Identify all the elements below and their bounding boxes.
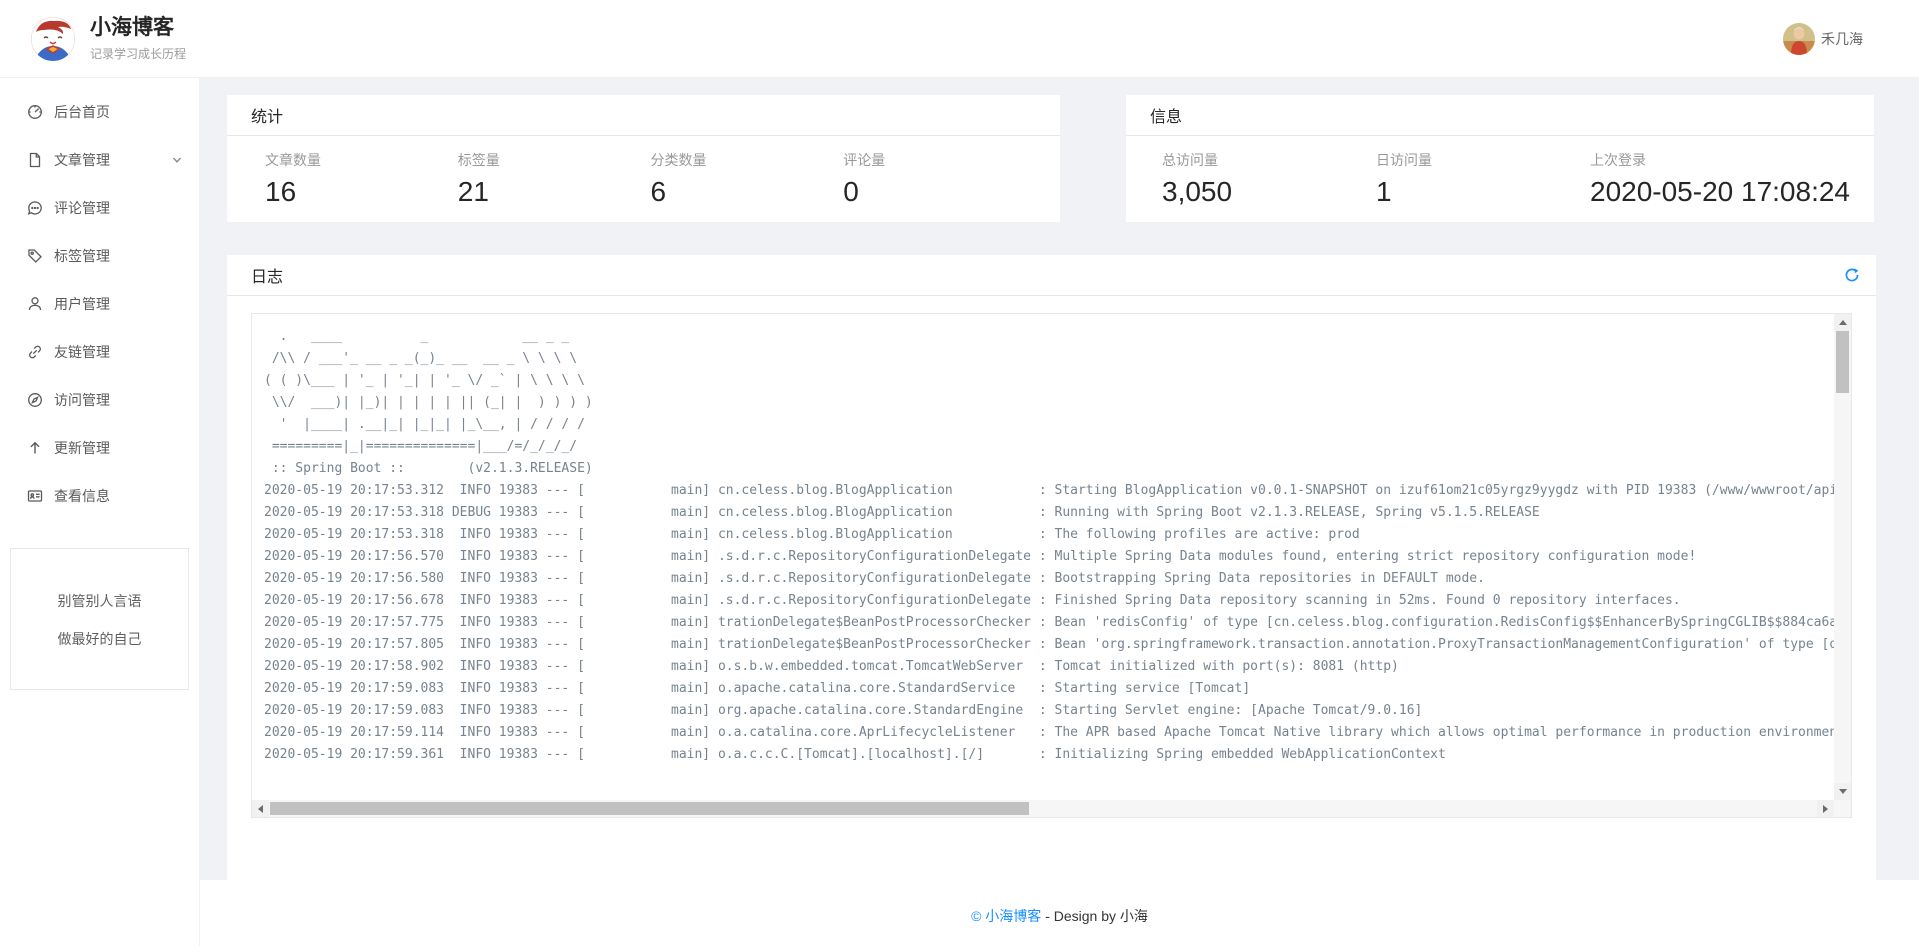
stats-card-title: 统计 [227, 95, 1060, 136]
site-subtitle: 记录学习成长历程 [90, 45, 186, 62]
sidebar-item-label: 查看信息 [54, 486, 110, 506]
stat-value: 1 [1376, 176, 1590, 208]
info-card: 信息 总访问量 3,050 日访问量 1 上次登录 2020-05-20 17: [1126, 95, 1874, 222]
link-icon [27, 344, 43, 360]
scroll-left-button[interactable] [252, 800, 269, 817]
log-card: 日志 . ____ _ __ _ _ /\\ / ___'_ __ _ _(_)… [227, 255, 1876, 880]
scroll-up-button[interactable] [1834, 314, 1851, 331]
stat-label: 日访问量 [1376, 150, 1590, 170]
user-icon [27, 296, 43, 312]
log-card-title: 日志 [251, 263, 283, 287]
info-total-visits: 总访问量 3,050 [1162, 150, 1376, 208]
sidebar-item-view-info[interactable]: 查看信息 [0, 472, 199, 520]
horizontal-scroll-thumb[interactable] [270, 802, 1029, 815]
document-icon [27, 152, 43, 168]
log-content: . ____ _ __ _ _ /\\ / ___'_ __ _ _(_)_ _… [252, 314, 1834, 800]
sidebar-item-label: 评论管理 [54, 198, 110, 218]
scroll-down-button[interactable] [1834, 783, 1851, 800]
compass-icon [27, 392, 43, 408]
log-viewer: . ____ _ __ _ _ /\\ / ___'_ __ _ _(_)_ _… [251, 313, 1852, 818]
stat-comments: 评论量 0 [843, 150, 1036, 208]
log-lines: 2020-05-19 20:17:53.312 INFO 19383 --- [… [264, 480, 1834, 766]
horizontal-scrollbar[interactable] [252, 800, 1834, 817]
site-logo-icon [30, 16, 76, 62]
stat-value: 0 [843, 176, 1036, 208]
id-card-icon [27, 488, 43, 504]
stat-value: 3,050 [1162, 176, 1376, 208]
tag-icon [27, 248, 43, 264]
dashboard-icon [27, 104, 43, 120]
stat-label: 总访问量 [1162, 150, 1376, 170]
brand[interactable]: 小海博客 记录学习成长历程 [30, 15, 186, 61]
stats-card: 统计 文章数量 16 标签量 21 分类数量 6 [227, 95, 1060, 222]
refresh-button[interactable] [1844, 267, 1860, 283]
sidebar-item-label: 标签管理 [54, 246, 110, 266]
stat-value: 21 [458, 176, 651, 208]
stat-categories: 分类数量 6 [651, 150, 844, 208]
user-menu[interactable]: 禾几海 [1783, 23, 1863, 55]
site-title: 小海博客 [90, 15, 186, 41]
stat-label: 文章数量 [265, 150, 458, 170]
footer-site-link[interactable]: © 小海博客 [971, 908, 1041, 924]
arrow-up-icon [27, 440, 43, 456]
top-header: 小海博客 记录学习成长历程 禾几海 [0, 0, 1919, 78]
stat-value: 6 [651, 176, 844, 208]
sidebar-item-visits[interactable]: 访问管理 [0, 376, 199, 424]
scrollbar-corner [1834, 800, 1851, 817]
reload-icon [1844, 267, 1860, 283]
sidebar-item-tags[interactable]: 标签管理 [0, 232, 199, 280]
scroll-right-button[interactable] [1817, 800, 1834, 817]
stat-label: 评论量 [843, 150, 1036, 170]
spring-boot-banner: . ____ _ __ _ _ /\\ / ___'_ __ _ _(_)_ _… [264, 326, 1834, 480]
sidebar-item-users[interactable]: 用户管理 [0, 280, 199, 328]
sidebar-item-label: 访问管理 [54, 390, 110, 410]
content-area: 统计 文章数量 16 标签量 21 分类数量 6 [200, 78, 1919, 880]
stat-value: 16 [265, 176, 458, 208]
sidebar-item-label: 友链管理 [54, 342, 110, 362]
sidebar-item-comments[interactable]: 评论管理 [0, 184, 199, 232]
sidebar-item-label: 后台首页 [54, 102, 110, 122]
sidebar-item-label: 更新管理 [54, 438, 110, 458]
sidebar-item-dashboard[interactable]: 后台首页 [0, 88, 199, 136]
footer-design-text: - Design by 小海 [1041, 908, 1148, 924]
vertical-scroll-thumb[interactable] [1836, 331, 1849, 393]
username: 禾几海 [1821, 29, 1863, 49]
info-last-login: 上次登录 2020-05-20 17:08:24 [1590, 150, 1850, 208]
sidebar-item-updates[interactable]: 更新管理 [0, 424, 199, 472]
sidebar-item-label: 文章管理 [54, 150, 110, 170]
comment-icon [27, 200, 43, 216]
sidebar-item-articles[interactable]: 文章管理 [0, 136, 199, 184]
sidebar: 后台首页 文章管理 评论管理 标签管理 [0, 78, 200, 946]
sidebar-item-label: 用户管理 [54, 294, 110, 314]
info-daily-visits: 日访问量 1 [1376, 150, 1590, 208]
vertical-scrollbar[interactable] [1834, 314, 1851, 800]
stat-label: 分类数量 [651, 150, 844, 170]
stat-tags: 标签量 21 [458, 150, 651, 208]
sidebar-item-friend-links[interactable]: 友链管理 [0, 328, 199, 376]
motto-line-1: 别管别人言语 [19, 591, 180, 611]
stat-value: 2020-05-20 17:08:24 [1590, 176, 1850, 208]
motto-line-2: 做最好的自己 [19, 629, 180, 649]
stat-label: 上次登录 [1590, 150, 1850, 170]
stat-articles: 文章数量 16 [265, 150, 458, 208]
chevron-down-icon [171, 154, 183, 166]
info-card-title: 信息 [1126, 95, 1874, 136]
stat-label: 标签量 [458, 150, 651, 170]
user-avatar [1783, 23, 1815, 55]
page-footer: © 小海博客 - Design by 小海 [200, 880, 1919, 946]
motto-box: 别管别人言语 做最好的自己 [10, 548, 189, 690]
